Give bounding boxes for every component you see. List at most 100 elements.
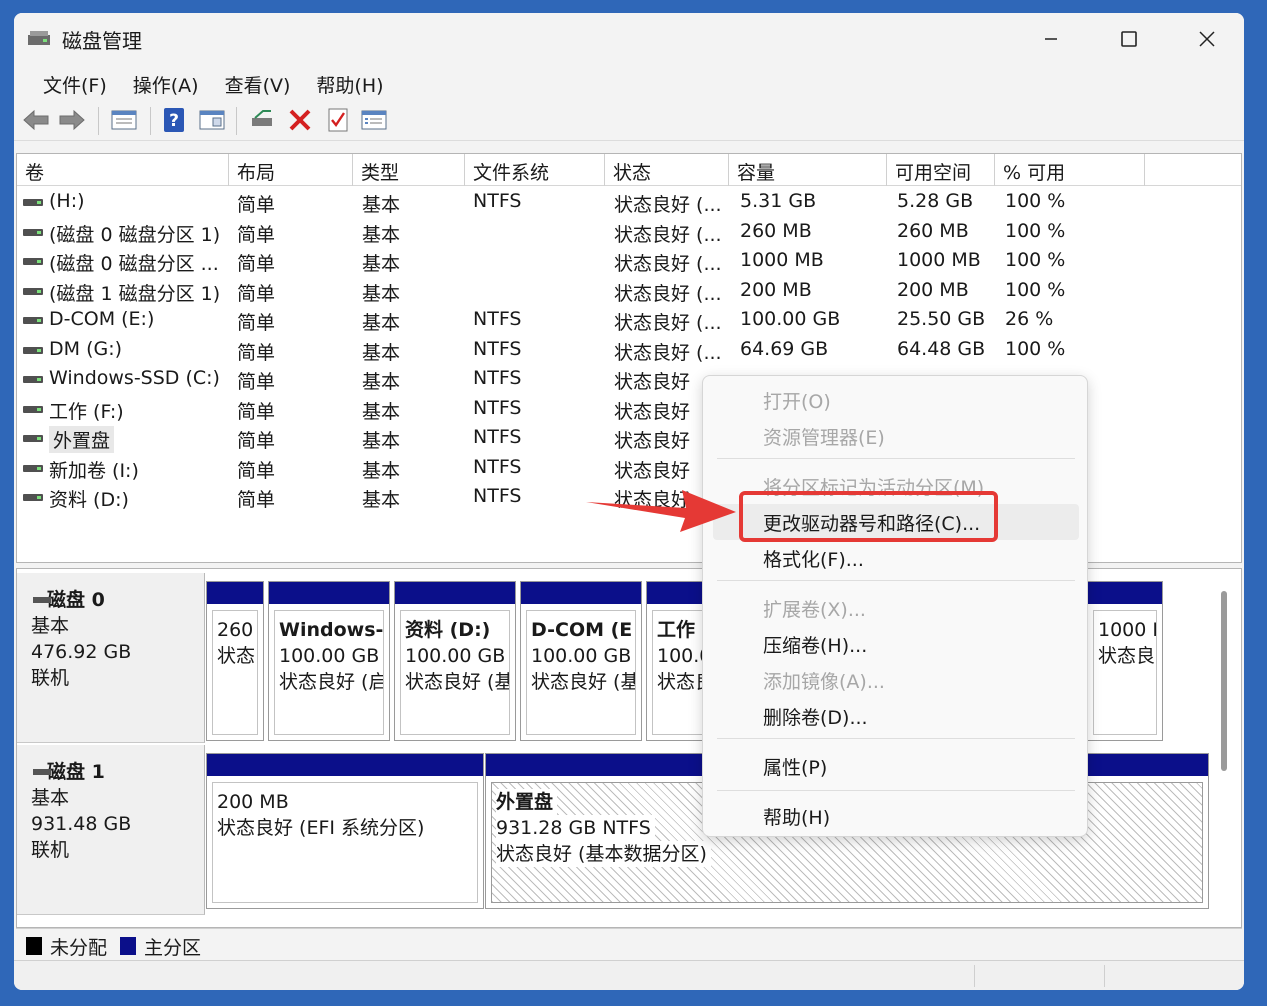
cell-volume: 外置盘 <box>49 426 115 453</box>
delete-icon <box>289 109 311 131</box>
cell-volume: (磁盘 1 磁盘分区 1) <box>49 282 221 305</box>
maximize-button[interactable] <box>1106 23 1152 55</box>
cell-capacity: 5.31 GB <box>740 190 817 212</box>
connect-drive-icon <box>252 110 272 126</box>
menu-item-open[interactable]: 打开(O) <box>713 382 1079 418</box>
table-row[interactable]: DM (G:) 简单 基本 NTFS 状态良好 (... 64.69 GB 64.48 GB… <box>17 336 1241 366</box>
partition-name: 外置盘 <box>496 789 558 815</box>
disk-0-partition-windows[interactable]: Windows- 100.00 GB 状态良好 (启 <box>268 581 390 741</box>
legend-primary-swatch <box>120 937 136 955</box>
disk-0-name: 磁盘 0 <box>31 587 204 613</box>
connect-drive-button[interactable] <box>248 106 276 134</box>
drive-icon <box>23 346 43 354</box>
partition-type-bar <box>207 582 263 604</box>
forward-button[interactable] <box>58 106 86 134</box>
settings-list-button[interactable] <box>360 106 388 134</box>
disk-0-partition-1[interactable]: 260 状态 <box>206 581 264 741</box>
maximize-icon <box>1121 31 1137 47</box>
help-button[interactable]: ? <box>160 106 188 134</box>
drive-icon <box>23 464 43 472</box>
legend-unallocated-swatch <box>26 937 42 955</box>
forward-arrow-icon <box>59 109 85 131</box>
menu-item-format[interactable]: 格式化(F)... <box>713 540 1079 576</box>
drive-icon <box>23 228 43 236</box>
menu-item-extend-volume[interactable]: 扩展卷(X)... <box>713 590 1079 626</box>
back-button[interactable] <box>22 106 50 134</box>
disk-0-partition-data-d[interactable]: 资料 (D:) 100.00 GB 状态良好 (基 <box>394 581 516 741</box>
menu-help[interactable]: 帮助(H) <box>303 65 396 101</box>
partition-size: 260 <box>217 619 254 641</box>
table-row[interactable]: D-COM (E:) 简单 基本 NTFS 状态良好 (... 100.00 GB 25.5… <box>17 306 1241 336</box>
column-header-filesystem[interactable]: 文件系统 <box>465 154 605 186</box>
properties-button[interactable] <box>198 106 226 134</box>
delete-button[interactable] <box>286 106 314 134</box>
cell-capacity: 64.69 GB <box>740 337 829 360</box>
settings-list-icon <box>361 110 387 130</box>
column-header-free-space[interactable]: 可用空间 <box>887 154 995 186</box>
close-button[interactable] <box>1184 23 1230 55</box>
cell-layout: 简单 <box>237 223 276 246</box>
drive-icon <box>23 435 43 442</box>
menu-file[interactable]: 文件(F) <box>30 65 120 101</box>
menu-separator <box>717 738 1075 739</box>
column-header-layout[interactable]: 布局 <box>229 154 353 186</box>
menu-action[interactable]: 操作(A) <box>120 65 212 101</box>
cell-filesystem: NTFS <box>473 308 522 330</box>
cell-type: 基本 <box>362 430 401 452</box>
disk-1-partition-efi[interactable]: 200 MB 状态良好 (EFI 系统分区) <box>206 753 484 909</box>
disk-0-partition-dcom-e[interactable]: D-COM (E 100.00 GB 状态良好 (基 <box>520 581 642 741</box>
column-header-type[interactable]: 类型 <box>353 154 465 186</box>
cell-free-space: 64.48 GB <box>897 337 986 360</box>
minimize-icon <box>1045 38 1057 40</box>
partition-size: 200 MB <box>217 791 289 813</box>
cell-volume: D-COM (E:) <box>49 308 155 330</box>
menu-item-delete-volume[interactable]: 删除卷(D)... <box>713 698 1079 734</box>
partition-status: 状态良 <box>1098 645 1156 667</box>
cell-volume: 资料 (D:) <box>49 489 129 511</box>
cell-free-space: 200 MB <box>897 278 969 301</box>
menu-item-shrink-volume[interactable]: 压缩卷(H)... <box>713 626 1079 662</box>
cell-free-space: 5.28 GB <box>897 190 974 212</box>
partition-size: 100.00 GB <box>279 645 380 667</box>
disk-1-label[interactable]: 磁盘 1 基本 931.48 GB 联机 <box>17 745 205 915</box>
menu-item-help[interactable]: 帮助(H) <box>713 798 1079 834</box>
menu-item-add-mirror[interactable]: 添加镜像(A)... <box>713 662 1079 698</box>
cell-layout: 简单 <box>237 341 276 364</box>
drive-icon <box>23 494 43 501</box>
partition-details: 1000 I 状态良 <box>1093 610 1157 735</box>
column-header-status[interactable]: 状态 <box>605 154 729 186</box>
legend-unallocated-label: 未分配 <box>50 937 108 959</box>
cell-layout: 简单 <box>237 371 276 393</box>
cell-free-space: 1000 MB <box>897 249 981 271</box>
partition-size: 931.28 GB NTFS <box>496 815 655 841</box>
column-header-capacity[interactable]: 容量 <box>729 154 887 186</box>
list-view-button[interactable] <box>110 106 138 134</box>
table-row[interactable]: (磁盘 0 磁盘分区 ... 简单 基本 状态良好 (... 1000 MB 1000 M… <box>17 247 1241 277</box>
column-header-volume[interactable]: 卷 <box>17 154 229 186</box>
graph-vertical-scrollbar[interactable] <box>1221 591 1227 771</box>
minimize-button[interactable] <box>1028 23 1074 55</box>
column-header-percent-free[interactable]: % 可用 <box>995 154 1145 186</box>
table-row[interactable]: (H:) 简单 基本 NTFS 状态良好 (... 5.31 GB 5.28 GB 100 % <box>17 188 1241 218</box>
menu-separator <box>717 790 1075 791</box>
table-row[interactable]: (磁盘 0 磁盘分区 1) 简单 基本 状态良好 (... 260 MB 260 MB 10… <box>17 218 1241 248</box>
cell-filesystem: NTFS <box>473 426 522 448</box>
cell-filesystem: NTFS <box>473 367 522 389</box>
cell-filesystem: NTFS <box>473 455 522 478</box>
disk-0-size: 476.92 GB <box>31 641 132 663</box>
partition-name: Windows- <box>279 619 384 641</box>
disk-1-size: 931.48 GB <box>31 813 132 835</box>
cell-volume: (H:) <box>49 190 85 212</box>
disk-1-name: 磁盘 1 <box>31 759 204 785</box>
menu-view[interactable]: 查看(V) <box>212 65 304 101</box>
disk-0-partition-recovery[interactable]: 1000 I 状态良 <box>1087 581 1163 741</box>
toolbar: ? <box>14 101 1244 141</box>
menu-item-explorer[interactable]: 资源管理器(E) <box>713 418 1079 454</box>
check-button[interactable] <box>324 106 352 134</box>
disk-0-label[interactable]: 磁盘 0 基本 476.92 GB 联机 <box>17 573 205 743</box>
menu-item-properties[interactable]: 属性(P) <box>713 748 1079 784</box>
svg-text:?: ? <box>169 111 179 131</box>
table-row[interactable]: (磁盘 1 磁盘分区 1) 简单 基本 状态良好 (... 200 MB 200 MB 10… <box>17 277 1241 307</box>
cell-type: 基本 <box>362 253 401 275</box>
cell-type: 基本 <box>362 341 401 364</box>
